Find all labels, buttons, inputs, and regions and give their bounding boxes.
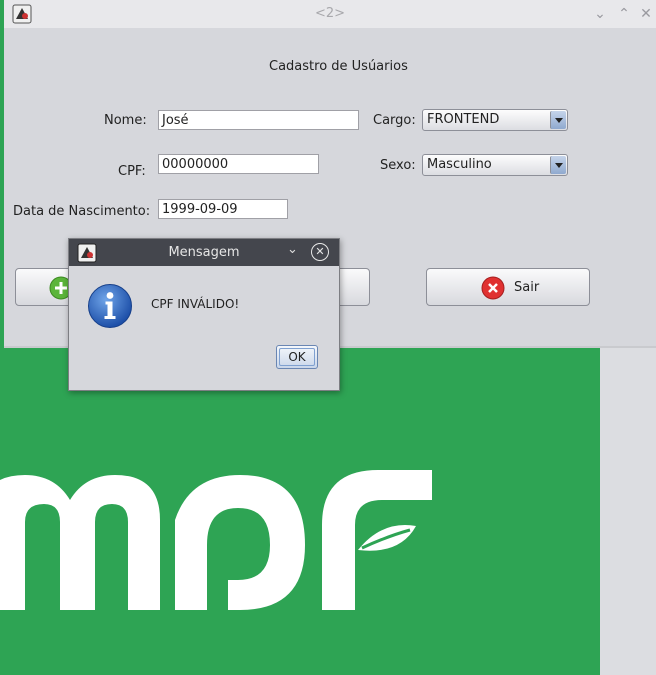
info-icon (88, 284, 132, 328)
maf-logo (0, 470, 432, 610)
cargo-select[interactable]: FRONTEND (422, 109, 568, 131)
cpf-label: CPF: (118, 164, 146, 179)
sexo-label: Sexo: (380, 158, 416, 173)
ok-button-label: OK (288, 350, 306, 364)
sair-button[interactable]: Sair (426, 268, 590, 306)
ok-button[interactable]: OK (276, 345, 318, 369)
cargo-label: Cargo: (373, 113, 416, 128)
close-icon[interactable]: ✕ (311, 243, 329, 261)
sexo-selected-value: Masculino (427, 157, 492, 172)
main-titlebar: <2> ⌄ ⌃ ✕ (4, 0, 656, 28)
cargo-selected-value: FRONTEND (427, 112, 500, 127)
close-icon[interactable]: ✕ (636, 4, 656, 24)
nome-field[interactable]: José (158, 110, 359, 130)
chevron-down-icon[interactable] (550, 111, 566, 129)
sair-button-label: Sair (514, 280, 540, 295)
minimize-icon[interactable]: ⌄ (590, 4, 610, 24)
dialog-titlebar: Mensagem ⌄ ✕ (69, 239, 339, 266)
page-title: Cadastro de Usúarios (269, 59, 408, 74)
sexo-select[interactable]: Masculino (422, 154, 568, 176)
nascimento-label: Data de Nascimento: (13, 204, 151, 219)
minimize-icon[interactable]: ⌄ (287, 242, 298, 257)
dialog-message: CPF INVÁLIDO! (151, 297, 240, 311)
cancel-icon (481, 276, 505, 300)
window-title: <2> (314, 6, 346, 21)
nascimento-field[interactable]: 1999-09-09 (158, 199, 288, 219)
cpf-field[interactable]: 00000000 (158, 154, 319, 174)
maximize-icon[interactable]: ⌃ (614, 4, 634, 24)
chevron-down-icon[interactable] (550, 156, 566, 174)
nome-label: Nome: (104, 113, 147, 128)
message-dialog: Mensagem ⌄ ✕ CPF INVÁLIDO! OK (68, 238, 340, 391)
dialog-title: Mensagem (168, 245, 240, 260)
